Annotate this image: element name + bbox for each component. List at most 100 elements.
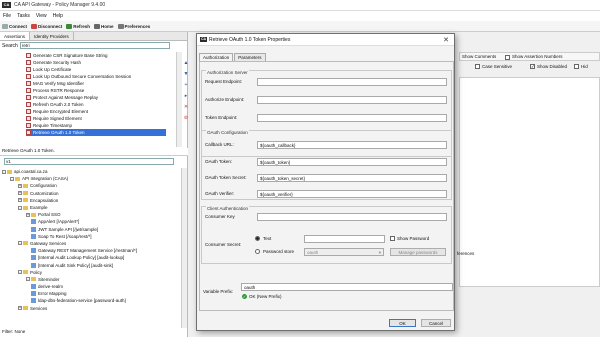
show-assertion-numbers-checkbox[interactable] — [505, 54, 510, 60]
text-radio-label: Text — [263, 236, 272, 241]
tree-item[interactable]: - API Integration (CASA) — [2, 175, 182, 182]
expand-icon[interactable]: + — [18, 306, 22, 311]
collapse-icon[interactable]: - — [18, 270, 22, 275]
menu-help[interactable]: Help — [53, 13, 63, 19]
assertion-list-scrollbar[interactable] — [176, 52, 182, 147]
tree-item[interactable]: + Configuration — [2, 182, 182, 189]
password-store-radio[interactable] — [255, 249, 260, 254]
menu-view[interactable]: View — [36, 13, 47, 19]
assertion-item[interactable]: Retrieve OAuth 1.0 Token — [26, 129, 166, 136]
hide-checkbox[interactable] — [574, 64, 579, 69]
show-password-checkbox[interactable] — [390, 236, 395, 241]
tree-item[interactable]: + Encapsulation — [2, 197, 182, 204]
collapse-icon[interactable]: - — [2, 169, 6, 174]
tree-item[interactable]: AppAlert [/AppAlert*] — [2, 218, 182, 225]
assertion-item[interactable]: Generate CSR Signature Base String — [26, 52, 166, 59]
preferences-icon — [117, 23, 124, 29]
expand-icon[interactable]: + — [18, 191, 22, 196]
consumer-key-field[interactable] — [257, 213, 447, 221]
expand-icon[interactable]: + — [26, 212, 30, 217]
assertion-item[interactable]: Require Encrypted Element — [26, 108, 166, 115]
authorization-server-title: Authorization Server — [206, 70, 249, 75]
menu-file[interactable]: File — [3, 13, 11, 19]
preferences-button[interactable]: Preferences — [117, 23, 150, 29]
password-store-select[interactable]: oauth ▾ — [304, 248, 384, 256]
policy-canvas[interactable] — [459, 77, 600, 287]
assertion-item[interactable]: MAG Verify Msg Identifier — [26, 80, 166, 87]
variable-prefix-field[interactable]: oauth — [241, 283, 453, 291]
tree-search-input[interactable]: v1 — [4, 158, 174, 165]
disconnect-button[interactable]: Disconnect — [31, 23, 62, 29]
assertion-item[interactable]: Look Up Certificate — [26, 66, 166, 73]
consumer-secret-field[interactable] — [304, 235, 385, 243]
token-endpoint-field[interactable] — [257, 114, 447, 122]
expand-icon[interactable]: + — [18, 198, 22, 203]
show-disabled-checkbox[interactable] — [530, 64, 535, 69]
folder-icon — [23, 205, 28, 210]
oauth-verifier-field[interactable]: ${oauth_verifier} — [257, 190, 447, 198]
tree-item[interactable]: - Example — [2, 204, 182, 211]
assertion-item[interactable]: Look Up Outbound Secure Conversation Ses… — [26, 73, 166, 80]
tree-item[interactable]: Error Mapping — [2, 290, 182, 297]
tree-item-label: [Internal Audit Lookup Policy] [audit-lo… — [38, 255, 125, 261]
manage-passwords-button[interactable]: Manage passwords — [390, 248, 446, 256]
case-sensitive-checkbox[interactable] — [475, 64, 480, 69]
assertion-item[interactable]: Require Signed Element — [26, 115, 166, 122]
refresh-label: Refresh — [73, 23, 91, 29]
assertion-item[interactable]: Process RSTR Response — [26, 87, 166, 94]
tree-item[interactable]: - Policy — [2, 269, 182, 276]
callback-url-field[interactable]: ${oauth_callback} — [257, 141, 447, 149]
tree-item[interactable]: derive-realm — [2, 283, 182, 290]
window-title: CA API Gateway - Policy Manager 9.4.00 — [14, 2, 106, 8]
assertion-item[interactable]: Refresh OAuth 2.0 Token — [26, 101, 166, 108]
tab-authorization[interactable]: Authorization — [199, 53, 234, 61]
authorize-endpoint-label: Authorize Endpoint: — [205, 97, 245, 102]
collapse-icon[interactable]: - — [18, 241, 22, 246]
tree-item-label: Example — [30, 205, 48, 211]
tree-item[interactable]: JWT Sample API [/jwt/sample] — [2, 226, 182, 233]
tab-parameters[interactable]: Parameters — [234, 53, 266, 61]
assertion-item[interactable]: Generate Security Hash — [26, 59, 166, 66]
tree-item[interactable]: + Portal SSO — [2, 211, 182, 218]
oauth-token-secret-field[interactable]: ${oauth_token_secret} — [257, 174, 447, 182]
tree-item[interactable]: Gateway REST Management Service [/restma… — [2, 247, 182, 254]
authorize-endpoint-field[interactable] — [257, 96, 447, 104]
tree-item[interactable]: ldap-dbs-federation-service [password-au… — [2, 297, 182, 304]
home-button[interactable]: Home — [94, 23, 114, 29]
collapse-icon[interactable]: - — [18, 205, 22, 210]
assertion-search-input[interactable]: retri — [19, 42, 170, 49]
tree-item[interactable]: - api.coastal.ca.za — [2, 168, 182, 175]
connect-button[interactable]: Connect — [2, 23, 27, 29]
collapse-icon[interactable]: - — [26, 277, 30, 282]
assertion-item[interactable]: Protect Against Message Replay — [26, 94, 166, 101]
tree-item[interactable]: [Internal Audit Sink Policy] [audit-sink… — [2, 261, 182, 268]
expand-icon[interactable]: + — [18, 183, 22, 188]
tree-item-label: Services — [30, 305, 48, 311]
service-icon — [31, 248, 36, 254]
tree-item[interactable]: + Customization — [2, 190, 182, 197]
tab-identity-providers[interactable]: Identity Providers — [30, 32, 74, 40]
request-endpoint-field[interactable] — [257, 78, 447, 86]
show-comments-button[interactable]: Show Comments — [462, 54, 496, 59]
assertion-item[interactable]: Require Timestamp — [26, 122, 166, 129]
tree-item[interactable]: Soap To Rest [/soap/rest/*] — [2, 233, 182, 240]
folder-icon — [31, 277, 36, 282]
refresh-button[interactable]: Refresh — [66, 23, 91, 29]
close-icon[interactable]: ✕ — [443, 36, 449, 44]
tree-item[interactable]: - Gateway Services — [2, 240, 182, 247]
text-radio[interactable] — [255, 236, 260, 241]
folder-icon — [23, 183, 28, 188]
window-title-bar: CA CA API Gateway - Policy Manager 9.4.0… — [0, 0, 600, 11]
tree-item[interactable]: [Internal Audit Lookup Policy] [audit-lo… — [2, 254, 182, 261]
assertion-label: Require Encrypted Element — [33, 109, 89, 114]
tree-item[interactable]: - Siteminder — [2, 276, 182, 283]
tree-item[interactable]: + Services — [2, 305, 182, 312]
case-sensitive-label: Case Sensitive — [482, 63, 513, 69]
collapse-icon[interactable]: - — [10, 176, 14, 181]
menu-tasks[interactable]: Tasks — [17, 13, 30, 19]
tab-assertions[interactable]: Assertions — [0, 32, 31, 40]
tree-scrollbar[interactable] — [181, 168, 187, 328]
oauth-token-field[interactable]: ${oauth_token} — [257, 158, 447, 166]
cancel-button[interactable]: Cancel — [421, 319, 451, 327]
ok-button[interactable]: OK — [389, 319, 416, 327]
